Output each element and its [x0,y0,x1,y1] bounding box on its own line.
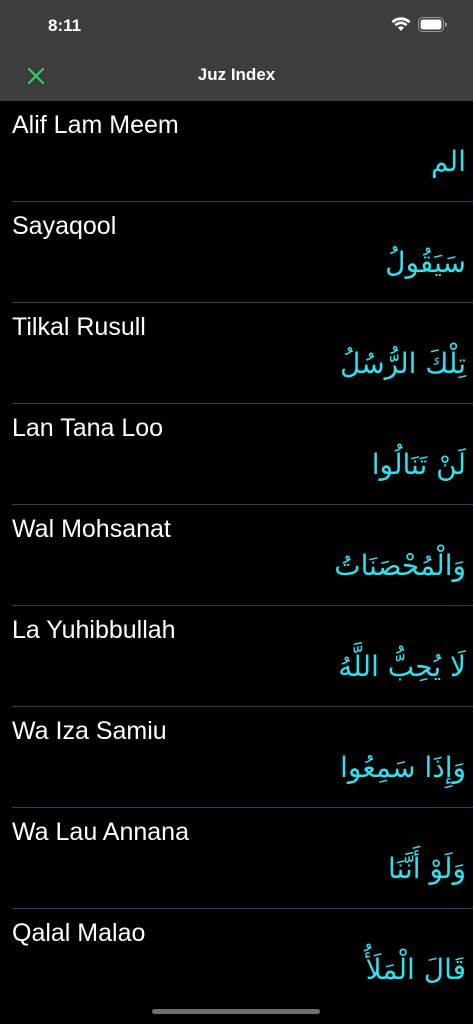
wifi-icon [391,17,411,31]
juz-item-5[interactable]: Wal Mohsanat وَالْمُحْصَنَاتُ [12,505,473,606]
juz-arabic-name: وَإِذَا سَمِعُوا [340,751,466,784]
juz-item-1[interactable]: Alif Lam Meem الم [12,101,473,202]
juz-name: La Yuhibbullah [12,616,176,644]
juz-arabic-name: الم [431,145,466,178]
juz-item-7[interactable]: Wa Iza Samiu وَإِذَا سَمِعُوا [12,707,473,808]
juz-arabic-name: تِلْكَ الرُّسُلُ [340,347,466,380]
juz-name: Tilkal Rusull [12,313,146,341]
juz-list: Alif Lam Meem الم Sayaqool سَيَقُولُ Til… [0,101,473,1024]
juz-name: Lan Tana Loo [12,414,164,442]
juz-item-4[interactable]: Lan Tana Loo لَنْ تَنَالُوا [12,404,473,505]
juz-arabic-name: وَالْمُحْصَنَاتُ [334,549,466,582]
juz-arabic-name: لَا يُحِبُّ اللَّهُ [338,650,466,683]
juz-name: Sayaqool [12,212,117,240]
nav-bar: Juz Index [0,50,473,101]
status-time: 8:11 [48,16,82,35]
juz-arabic-name: قَالَ الْمَلَأُ [365,953,466,986]
juz-name: Wal Mohsanat [12,515,171,543]
battery-icon [418,17,447,32]
juz-name: Alif Lam Meem [12,111,179,139]
juz-item-9[interactable]: Qalal Malao قَالَ الْمَلَأُ [12,909,473,1009]
juz-arabic-name: سَيَقُولُ [385,246,466,279]
juz-item-2[interactable]: Sayaqool سَيَقُولُ [12,202,473,303]
home-indicator[interactable] [152,1009,320,1014]
page-title: Juz Index [197,65,276,84]
juz-item-6[interactable]: La Yuhibbullah لَا يُحِبُّ اللَّهُ [12,606,473,707]
juz-name: Wa Iza Samiu [12,717,167,745]
juz-name: Wa Lau Annana [12,818,189,846]
juz-name: Qalal Malao [12,919,146,947]
juz-arabic-name: وَلَوْ أَنَّنَا [388,852,466,885]
status-bar: 8:11 [0,0,473,50]
juz-item-3[interactable]: Tilkal Rusull تِلْكَ الرُّسُلُ [12,303,473,404]
juz-item-8[interactable]: Wa Lau Annana وَلَوْ أَنَّنَا [12,808,473,909]
juz-arabic-name: لَنْ تَنَالُوا [371,448,466,481]
